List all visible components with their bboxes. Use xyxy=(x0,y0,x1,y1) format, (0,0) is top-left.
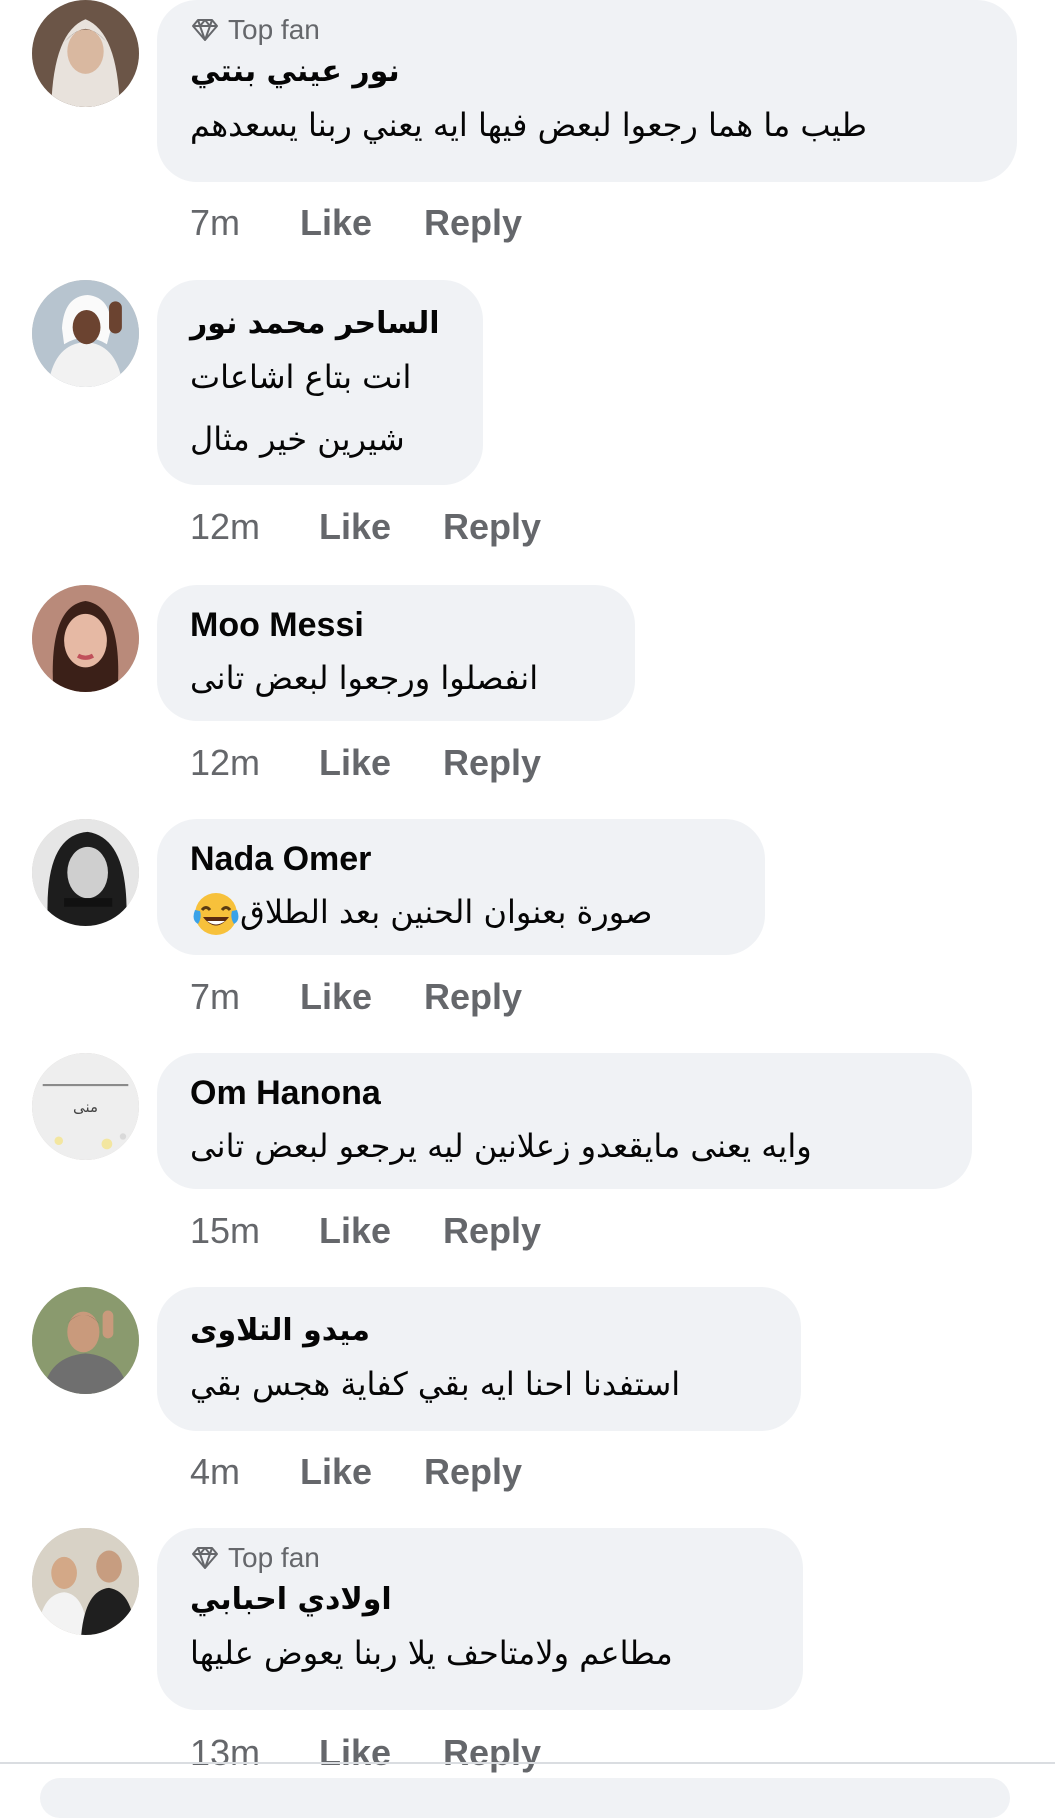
comment-text: وايه يعنى مايقعدو زعلانين ليه يرجعو لبعض… xyxy=(190,1115,939,1177)
commenter-name[interactable]: اولادي احبابي xyxy=(190,1578,770,1622)
avatar[interactable] xyxy=(32,0,139,107)
commenter-name[interactable]: نور عيني بنتي xyxy=(190,50,984,94)
comment-actions: 4m Like Reply xyxy=(190,1447,522,1497)
comment-actions: 7m Like Reply xyxy=(190,198,522,248)
reply-button[interactable]: Reply xyxy=(424,976,522,1018)
commenter-name[interactable]: ميدو التلاوى xyxy=(190,1309,768,1353)
comment-bubble[interactable]: Top fan نور عيني بنتي طيب ما هما رجعوا ل… xyxy=(157,0,1017,182)
avatar[interactable] xyxy=(32,1528,139,1635)
comment-actions: 12m Like Reply xyxy=(190,502,541,552)
reply-button[interactable]: Reply xyxy=(424,1451,522,1493)
reply-button[interactable]: Reply xyxy=(443,1732,541,1774)
avatar[interactable] xyxy=(32,819,139,926)
avatar[interactable]: منى xyxy=(32,1053,139,1160)
comment-actions: 15m Like Reply xyxy=(190,1206,541,1256)
comment-line-text: صورة بعنوان الحنين بعد الطلاق xyxy=(240,893,653,931)
comment-line: صورة بعنوان الحنين بعد الطلاق xyxy=(190,881,732,943)
comment-text: انت بتاع اشاعات شيرين خير مثال xyxy=(190,346,450,470)
comment-bubble[interactable]: الساحر محمد نور انت بتاع اشاعات شيرين خي… xyxy=(157,280,483,485)
comment-time[interactable]: 12m xyxy=(190,742,319,784)
comment-time[interactable]: 13m xyxy=(190,1732,319,1774)
comment-composer[interactable] xyxy=(40,1778,1010,1818)
like-button[interactable]: Like xyxy=(300,202,424,244)
reply-button[interactable]: Reply xyxy=(443,742,541,784)
like-button[interactable]: Like xyxy=(319,1732,443,1774)
top-fan-label: Top fan xyxy=(228,14,320,45)
avatar[interactable] xyxy=(32,585,139,692)
commenter-name[interactable]: Nada Omer xyxy=(190,837,732,881)
comment-line: انفصلوا ورجعوا لبعض تانى xyxy=(190,659,539,697)
like-button[interactable]: Like xyxy=(319,742,443,784)
like-button[interactable]: Like xyxy=(319,1210,443,1252)
avatar-photo-icon xyxy=(32,819,139,926)
comment-text: انفصلوا ورجعوا لبعض تانى xyxy=(190,647,602,709)
comment-actions: 7m Like Reply xyxy=(190,972,522,1022)
avatar-photo-icon xyxy=(32,0,139,107)
reply-button[interactable]: Reply xyxy=(443,1210,541,1252)
comment-line: وايه يعنى مايقعدو زعلانين ليه يرجعو لبعض… xyxy=(190,1127,812,1165)
comment-line: استفدنا احنا ايه بقي كفاية هجس بقي xyxy=(190,1365,681,1403)
comment-bubble[interactable]: Top fan اولادي احبابي مطاعم ولامتاحف يلا… xyxy=(157,1528,803,1710)
comment-text: مطاعم ولامتاحف يلا ربنا يعوض عليها xyxy=(190,1622,770,1684)
comment-line: مطاعم ولامتاحف يلا ربنا يعوض عليها xyxy=(190,1634,673,1672)
diamond-icon xyxy=(192,19,218,41)
avatar[interactable] xyxy=(32,1287,139,1394)
comment-time[interactable]: 12m xyxy=(190,506,319,548)
face-with-tears-of-joy-icon xyxy=(193,893,239,935)
commenter-name[interactable]: Om Hanona xyxy=(190,1071,939,1115)
top-fan-badge: Top fan xyxy=(190,10,984,50)
comment-time[interactable]: 7m xyxy=(190,976,300,1018)
top-fan-badge: Top fan xyxy=(190,1538,770,1578)
comment-bubble[interactable]: Moo Messi انفصلوا ورجعوا لبعض تانى xyxy=(157,585,635,721)
commenter-name[interactable]: Moo Messi xyxy=(190,603,602,647)
avatar-photo-icon xyxy=(32,1287,139,1394)
comment-line: طيب ما هما رجعوا لبعض فيها ايه يعني ربنا… xyxy=(190,106,867,144)
avatar[interactable] xyxy=(32,280,139,387)
reply-button[interactable]: Reply xyxy=(443,506,541,548)
diamond-icon xyxy=(192,1547,218,1569)
comment-bubble[interactable]: ميدو التلاوى استفدنا احنا ايه بقي كفاية … xyxy=(157,1287,801,1431)
comment-actions: 13m Like Reply xyxy=(190,1728,541,1778)
top-fan-label: Top fan xyxy=(228,1542,320,1573)
avatar-photo-icon xyxy=(32,1528,139,1635)
comment-text: استفدنا احنا ايه بقي كفاية هجس بقي xyxy=(190,1353,768,1415)
like-button[interactable]: Like xyxy=(300,1451,424,1493)
comment-bubble[interactable]: Nada Omer صورة بعنوان الحنين بعد الطلاق xyxy=(157,819,765,955)
comment-text: طيب ما هما رجعوا لبعض فيها ايه يعني ربنا… xyxy=(190,94,984,156)
comment-time[interactable]: 7m xyxy=(190,202,300,244)
like-button[interactable]: Like xyxy=(300,976,424,1018)
avatar-photo-icon xyxy=(32,585,139,692)
avatar-text: منى xyxy=(73,1098,98,1116)
comment-line: شيرين خير مثال xyxy=(190,420,405,458)
comment-bubble[interactable]: Om Hanona وايه يعنى مايقعدو زعلانين ليه … xyxy=(157,1053,972,1189)
comment-time[interactable]: 4m xyxy=(190,1451,300,1493)
avatar-photo-icon: منى xyxy=(32,1053,139,1160)
comment-time[interactable]: 15m xyxy=(190,1210,319,1252)
reply-button[interactable]: Reply xyxy=(424,202,522,244)
comment-actions: 12m Like Reply xyxy=(190,738,541,788)
like-button[interactable]: Like xyxy=(319,506,443,548)
divider xyxy=(0,1762,1055,1764)
comment-line: انت بتاع اشاعات xyxy=(190,358,412,396)
commenter-name[interactable]: الساحر محمد نور xyxy=(190,302,450,346)
avatar-photo-icon xyxy=(32,280,139,387)
comment-text: صورة بعنوان الحنين بعد الطلاق xyxy=(190,881,732,943)
